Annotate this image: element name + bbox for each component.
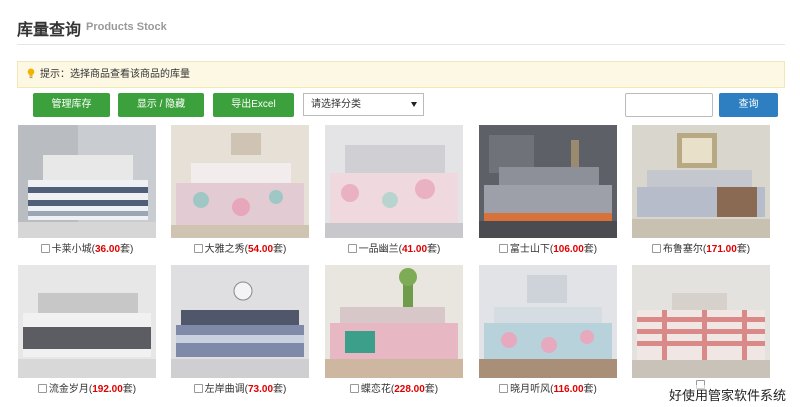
product-photo	[18, 265, 156, 378]
product-caption: 左岸曲调(73.00套)	[171, 380, 309, 395]
product-name: 左岸曲调	[204, 384, 245, 395]
product-checkbox[interactable]	[37, 384, 47, 393]
product-caption: 一品幽兰(41.00套)	[325, 240, 463, 255]
tip-bar: 提示：选择商品查看该商品的库量	[17, 61, 785, 88]
category-select-value: 请选择分类	[311, 99, 361, 110]
page-title: 库量查询	[17, 22, 82, 39]
product-caption: 流金岁月(192.00套)	[18, 380, 156, 395]
product-photo	[479, 265, 617, 378]
watermark: 好使用管家软件系统	[666, 385, 788, 404]
toggle-visibility-button[interactable]: 显示 / 隐藏	[118, 93, 204, 117]
product-card[interactable]: 左岸曲调(73.00套)	[171, 265, 309, 395]
page-subtitle: Products Stock	[86, 21, 167, 33]
product-count: 36.00	[94, 244, 121, 255]
toolbar: 管理库存 显示 / 隐藏 导出Excel 请选择分类 查询	[33, 93, 779, 117]
product-name: 大雅之秀	[204, 244, 245, 255]
search-input[interactable]	[625, 93, 713, 117]
product-unit: 套	[273, 244, 284, 255]
product-unit: 套	[583, 244, 594, 255]
product-photo	[325, 125, 463, 238]
product-name: 布鲁塞尔	[662, 244, 703, 255]
product-card[interactable]: 一品幽兰(41.00套)	[325, 125, 463, 255]
search-button[interactable]: 查询	[719, 93, 778, 117]
product-caption: 大雅之秀(54.00套)	[171, 240, 309, 255]
product-count: 73.00	[247, 384, 274, 395]
product-checkbox[interactable]	[498, 244, 508, 253]
product-checkbox[interactable]	[651, 244, 661, 253]
product-caption: 蝶恋花(228.00套)	[325, 380, 463, 395]
product-photo	[171, 265, 309, 378]
page-header: 库量查询 Products Stock	[17, 14, 785, 45]
product-count: 41.00	[401, 244, 428, 255]
product-count: 106.00	[553, 244, 584, 255]
product-unit: 套	[736, 244, 747, 255]
product-card[interactable]: 流金岁月(192.00套)	[18, 265, 156, 395]
product-checkbox[interactable]	[499, 384, 509, 393]
product-unit: 套	[583, 384, 594, 395]
product-checkbox[interactable]	[347, 244, 357, 253]
product-photo	[632, 125, 770, 238]
product-unit: 套	[120, 244, 131, 255]
product-card[interactable]: 布鲁塞尔(171.00套)	[632, 125, 770, 255]
product-checkbox[interactable]	[193, 244, 203, 253]
product-caption: 布鲁塞尔(171.00套)	[632, 240, 770, 255]
product-card[interactable]: 大雅之秀(54.00套)	[171, 125, 309, 255]
product-card[interactable]	[632, 265, 770, 389]
product-count: 171.00	[706, 244, 737, 255]
manage-stock-button[interactable]: 管理库存	[33, 93, 110, 117]
product-unit: 套	[427, 244, 438, 255]
product-photo	[325, 265, 463, 378]
product-card[interactable]: 富士山下(106.00套)	[479, 125, 617, 255]
product-count: 54.00	[247, 244, 274, 255]
product-card[interactable]: 晓月听风(116.00套)	[479, 265, 617, 395]
product-caption: 卡莱小城(36.00套)	[18, 240, 156, 255]
product-unit: 套	[424, 384, 435, 395]
product-card[interactable]: 卡莱小城(36.00套)	[18, 125, 156, 255]
product-name: 卡莱小城	[51, 244, 92, 255]
product-caption: 富士山下(106.00套)	[479, 240, 617, 255]
product-count: 116.00	[553, 384, 584, 395]
product-checkbox[interactable]	[349, 384, 359, 393]
product-card[interactable]: 蝶恋花(228.00套)	[325, 265, 463, 395]
export-excel-button[interactable]: 导出Excel	[213, 93, 294, 117]
category-select[interactable]: 请选择分类	[303, 93, 424, 116]
product-photo	[171, 125, 309, 238]
chevron-down-icon	[411, 102, 417, 107]
product-unit: 套	[273, 384, 284, 395]
product-name: 富士山下	[509, 244, 550, 255]
product-caption: 晓月听风(116.00套)	[479, 380, 617, 395]
product-name: 蝶恋花	[360, 384, 391, 395]
product-name: 一品幽兰	[358, 244, 399, 255]
product-unit: 套	[122, 384, 133, 395]
tip-text: 提示：选择商品查看该商品的库量	[40, 69, 190, 80]
product-name: 流金岁月	[48, 384, 89, 395]
product-checkbox[interactable]	[40, 244, 50, 253]
product-checkbox[interactable]	[193, 384, 203, 393]
product-photo	[632, 265, 770, 378]
product-photo	[479, 125, 617, 238]
product-photo	[18, 125, 156, 238]
product-count: 192.00	[92, 384, 123, 395]
product-count: 228.00	[394, 384, 425, 395]
lightbulb-icon	[27, 68, 35, 79]
product-name: 晓月听风	[510, 384, 551, 395]
